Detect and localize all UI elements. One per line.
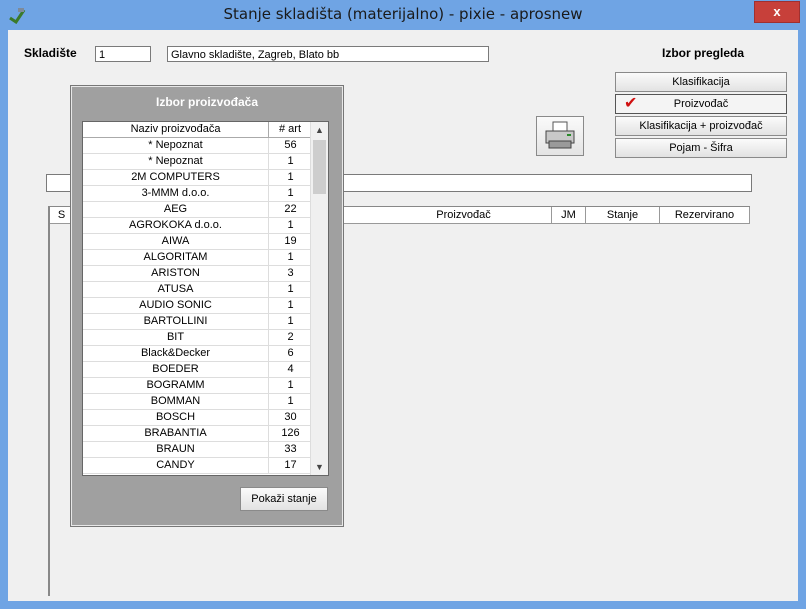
article-count: 6 [287,347,294,359]
printer-icon [545,121,575,149]
manufacturer-name: BRAUN [83,442,269,457]
manufacturer-name: ATUSA [83,282,269,297]
article-count: 3 [287,267,294,279]
client-area: Skladište 1 Glavno skladište, Zagreb, Bl… [8,30,798,601]
list-item[interactable]: AGROKOKA d.o.o. 1 [83,218,312,234]
manufacturer-name: BRABANTIA [83,426,269,441]
article-count: 1 [287,299,294,311]
article-count: 1 [287,219,294,231]
article-count: 4 [287,363,294,375]
list-item[interactable]: ALGORITAM 1 [83,250,312,266]
grid-col-jm[interactable]: JM [552,207,586,223]
manufacturer-name: ALGORITAM [83,250,269,265]
manufacturer-name: BOMMAN [83,394,269,409]
manufacturer-name: * Nepoznat [83,154,269,169]
manufacturer-name: BOEDER [83,362,269,377]
list-item[interactable]: CANDY 17 [83,458,312,474]
scroll-down-icon[interactable]: ▼ [311,459,328,475]
article-count: 2 [287,331,294,343]
checkmark-icon: ✔ [624,95,638,112]
scroll-thumb[interactable] [313,140,326,194]
window-title: Stanje skladišta (materijalno) - pixie -… [223,5,583,23]
manufacturer-name: AGROKOKA d.o.o. [83,218,269,233]
list-rows: * Nepoznat 56 * Nepoznat 1 2M COMPUTERS 1 3-MM… [83,138,312,474]
skladiste-label: Skladište [24,46,77,60]
list-scrollbar[interactable]: ▲ ▼ [310,122,328,475]
manufacturer-name: 2M COMPUTERS [83,170,269,185]
article-count: 22 [284,203,297,215]
list-item[interactable]: AIWA 19 [83,234,312,250]
list-item[interactable]: BOSCH 30 [83,410,312,426]
list-item[interactable]: Black&Decker 6 [83,346,312,362]
list-item[interactable]: BOMMAN 1 [83,394,312,410]
manufacturer-name: 3-MMM d.o.o. [83,186,269,201]
skladiste-code-field[interactable]: 1 [95,46,151,62]
manufacturer-list[interactable]: Naziv proizvođača # art * Nepoznat 56 * Ne… [82,121,329,476]
article-count: 1 [287,395,294,407]
manufacturer-name: BOGRAMM [83,378,269,393]
list-header: Naziv proizvođača # art [83,122,312,138]
list-item[interactable]: * Nepoznat 1 [83,154,312,170]
col-art[interactable]: # art [269,122,312,137]
article-count: 1 [287,155,294,167]
dialog-title: Izbor proizvođača [155,95,259,109]
list-item[interactable]: BRABANTIA 126 [83,426,312,442]
article-count: 56 [284,139,297,151]
app-window: Stanje skladišta (materijalno) - pixie -… [0,0,806,609]
list-item[interactable]: BRAUN 33 [83,442,312,458]
list-item[interactable]: 2M COMPUTERS 1 [83,170,312,186]
manufacturer-name: BIT [83,330,269,345]
list-item[interactable]: ARISTON 3 [83,266,312,282]
list-item[interactable]: * Nepoznat 56 [83,138,312,154]
manufacturer-name: AUDIO SONIC [83,298,269,313]
article-count: 1 [287,315,294,327]
klasifikacija-button[interactable]: Klasifikacija [615,72,787,92]
manufacturer-name: CANDY [83,458,269,473]
list-item[interactable]: BIT 2 [83,330,312,346]
list-item[interactable]: AEG 22 [83,202,312,218]
manufacturer-name: * Nepoznat [83,138,269,153]
list-item[interactable]: ATUSA 1 [83,282,312,298]
article-count: 33 [284,443,297,455]
list-item[interactable]: BOGRAMM 1 [83,378,312,394]
pojam-sifra-button[interactable]: Pojam - Šifra [615,138,787,158]
list-item[interactable]: BARTOLLINI 1 [83,314,312,330]
manufacturer-name: BARTOLLINI [83,314,269,329]
article-count: 1 [287,171,294,183]
title-bar: Stanje skladišta (materijalno) - pixie -… [0,0,806,30]
grid-col-stanje[interactable]: Stanje [586,207,660,223]
list-item[interactable]: AUDIO SONIC 1 [83,298,312,314]
article-count: 126 [281,427,300,439]
pokazi-stanje-button[interactable]: Pokaži stanje [240,487,328,511]
col-naziv[interactable]: Naziv proizvođača [83,122,269,137]
print-button[interactable] [536,116,584,156]
skladiste-name-field: Glavno skladište, Zagreb, Blato bb [167,46,489,62]
klasifikacija-proizvodac-button[interactable]: Klasifikacija + proizvođač [615,116,787,136]
grid-col-proizvodac[interactable]: Proizvođač [376,207,552,223]
manufacturer-name: AEG [83,202,269,217]
scroll-up-icon[interactable]: ▲ [311,122,328,138]
close-button[interactable]: x [754,1,800,23]
manufacturer-name: AIWA [83,234,269,249]
proizvodac-button-label: Proizvođač [673,98,729,110]
manufacturer-name: BOSCH [83,410,269,425]
manufacturer-dialog: Izbor proizvođača Naziv proizvođača # ar… [70,85,344,527]
proizvodac-button[interactable]: ✔ Proizvođač [615,94,787,114]
izbor-pregleda-label: Izbor pregleda [662,46,745,60]
article-count: 1 [287,379,294,391]
article-count: 17 [284,459,297,471]
article-count: 1 [287,283,294,295]
grid-col-rezervirano[interactable]: Rezervirano [660,207,750,223]
article-count: 1 [287,187,294,199]
manufacturer-name: Black&Decker [83,346,269,361]
list-item[interactable]: 3-MMM d.o.o. 1 [83,186,312,202]
article-count: 1 [287,251,294,263]
article-count: 30 [284,411,297,423]
article-count: 19 [284,235,297,247]
manufacturer-name: ARISTON [83,266,269,281]
list-item[interactable]: BOEDER 4 [83,362,312,378]
